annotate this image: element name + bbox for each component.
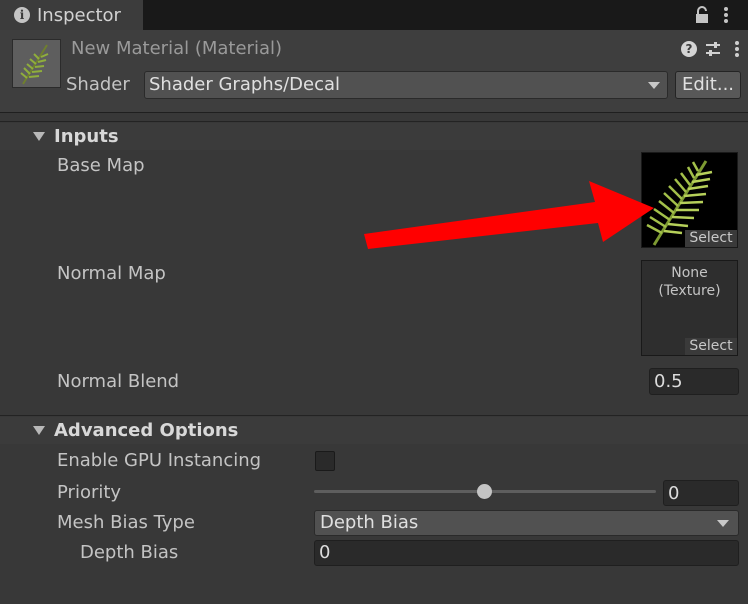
- foldout-arrow-icon: [33, 426, 45, 435]
- edit-shader-button[interactable]: Edit...: [675, 71, 741, 99]
- header-divider: [0, 112, 748, 113]
- normal-map-slot[interactable]: None (Texture) Select: [641, 260, 738, 356]
- gpu-instancing-checkbox[interactable]: [315, 451, 335, 471]
- settings-sliders-icon[interactable]: [705, 41, 721, 57]
- shader-value: Shader Graphs/Decal: [149, 74, 341, 95]
- material-title: New Material (Material): [71, 38, 282, 59]
- depth-bias-value: 0: [319, 542, 331, 563]
- help-icon[interactable]: ?: [681, 41, 697, 57]
- normal-map-none-line1: None: [671, 265, 708, 281]
- priority-label: Priority: [57, 482, 122, 503]
- foldout-arrow-icon: [33, 132, 45, 141]
- material-thumbnail: [12, 39, 61, 88]
- priority-slider-thumb[interactable]: [477, 484, 492, 499]
- header-kebab-menu-icon[interactable]: [734, 40, 740, 58]
- priority-input[interactable]: 0: [663, 480, 739, 506]
- tab-inspector[interactable]: i Inspector: [0, 0, 143, 30]
- priority-value: 0: [668, 483, 680, 504]
- normal-blend-value: 0.5: [654, 371, 683, 392]
- gpu-instancing-label: Enable GPU Instancing: [57, 450, 262, 471]
- tab-title: Inspector: [37, 5, 121, 26]
- advanced-section-header[interactable]: Advanced Options: [0, 417, 748, 444]
- lock-icon[interactable]: [695, 6, 709, 24]
- chevron-down-icon: [648, 82, 660, 89]
- section-divider: [0, 121, 748, 122]
- info-icon: i: [14, 7, 30, 23]
- inputs-section-header[interactable]: Inputs: [0, 123, 748, 150]
- mesh-bias-type-dropdown[interactable]: Depth Bias: [314, 510, 739, 536]
- annotation-arrow: [364, 181, 654, 249]
- chevron-down-icon: [717, 520, 729, 527]
- mesh-bias-type-label: Mesh Bias Type: [57, 512, 195, 533]
- normal-map-label: Normal Map: [57, 263, 166, 284]
- normal-blend-input[interactable]: 0.5: [649, 368, 739, 395]
- mesh-bias-type-value: Depth Bias: [320, 512, 419, 533]
- depth-bias-input[interactable]: 0: [314, 540, 739, 566]
- normal-blend-label: Normal Blend: [57, 371, 180, 392]
- base-map-label: Base Map: [57, 155, 145, 176]
- shader-label: Shader: [66, 74, 130, 95]
- base-map-select-button[interactable]: Select: [685, 230, 737, 247]
- kebab-menu-icon[interactable]: [722, 5, 730, 25]
- inputs-section-title: Inputs: [54, 126, 119, 147]
- section-divider-2: [0, 415, 748, 416]
- depth-bias-label: Depth Bias: [80, 542, 179, 563]
- shader-dropdown[interactable]: Shader Graphs/Decal: [144, 71, 668, 99]
- normal-map-none-line2: (Texture): [658, 283, 721, 299]
- normal-map-select-button[interactable]: Select: [685, 338, 737, 355]
- advanced-section-title: Advanced Options: [54, 420, 239, 441]
